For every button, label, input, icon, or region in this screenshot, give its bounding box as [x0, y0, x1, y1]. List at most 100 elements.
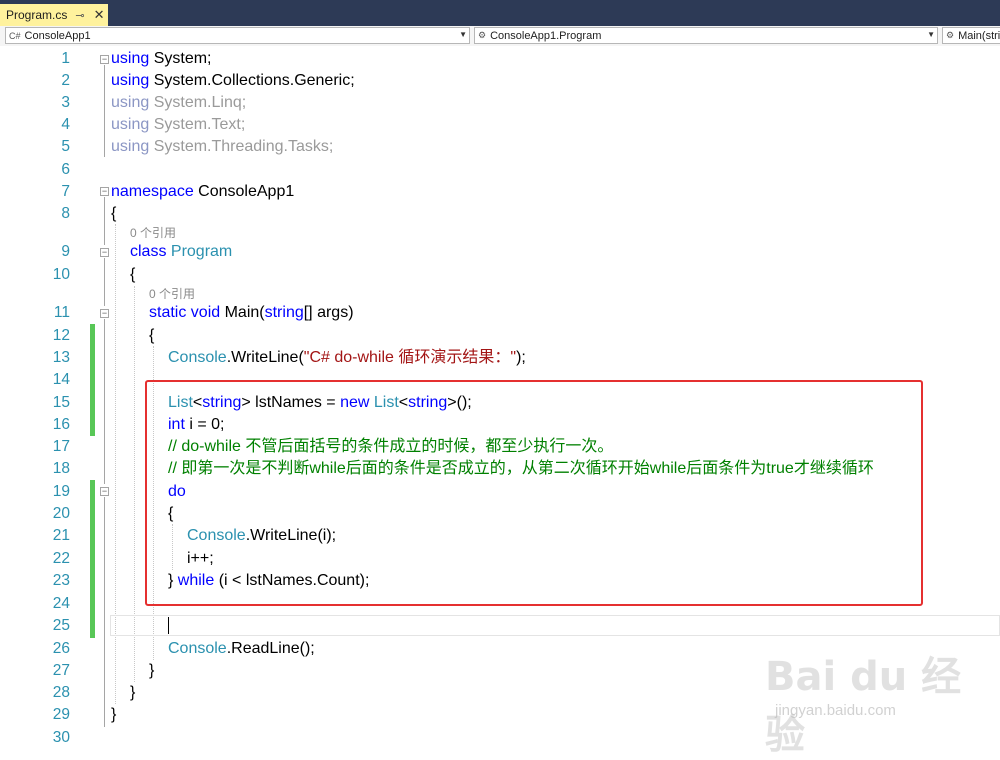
line-number: 3 [61, 94, 70, 111]
code-text: System.Threading.Tasks; [149, 138, 334, 155]
keyword: string [264, 304, 304, 321]
code-line-7: namespace ConsoleApp1 [111, 181, 294, 203]
line-number: 28 [52, 684, 70, 701]
codelens-references[interactable]: 0 个引用 [130, 225, 176, 241]
line-number: 6 [61, 161, 70, 178]
class-dropdown[interactable]: ⚙ ConsoleApp1.Program ▼ [474, 27, 938, 44]
code-line-3: using System.Linq; [111, 92, 246, 114]
keyword: class [130, 243, 167, 260]
line-number: 1 [61, 50, 70, 67]
code-line-10: { [130, 266, 136, 283]
collapse-icon[interactable]: − [100, 187, 109, 196]
code-text: [] args) [303, 304, 354, 321]
code-text: System.Text; [149, 116, 246, 133]
keyword: using [111, 94, 150, 111]
text-caret [168, 617, 169, 634]
tab-program-cs[interactable]: Program.cs ⊸ ✕ [0, 4, 108, 26]
line-number: 30 [52, 729, 70, 746]
keyword: static [149, 304, 187, 321]
code-text: System.Linq; [149, 94, 247, 111]
method-icon: ⚙ [946, 30, 955, 40]
outline-line [104, 258, 105, 306]
member-dropdown[interactable]: ⚙ Main(stri [942, 27, 1000, 44]
line-number: 18 [52, 460, 70, 477]
line-number: 4 [61, 116, 70, 133]
line-number: 29 [52, 706, 70, 723]
type-name: Console [168, 349, 227, 366]
line-number: 11 [53, 304, 70, 321]
code-line-11: static void Main(string[] args) [149, 302, 354, 324]
chevron-down-icon: ▼ [459, 30, 467, 39]
line-number: 9 [61, 243, 70, 260]
code-text: System.Collections.Generic; [149, 72, 355, 89]
line-number: 25 [52, 617, 70, 634]
outline-line [104, 497, 105, 727]
code-line-12: { [149, 327, 155, 344]
code-line-2: using System.Collections.Generic; [111, 70, 355, 92]
collapse-icon[interactable]: − [100, 55, 109, 64]
current-line-highlight [110, 615, 1000, 636]
code-line-13: Console.WriteLine("C# do-while 循环演示结果：")… [168, 347, 526, 369]
code-text: ConsoleApp1 [193, 183, 295, 200]
keyword: using [111, 138, 150, 155]
string-literal: "C# do-while 循环演示结果：" [303, 349, 517, 366]
project-dropdown[interactable]: C# ConsoleApp1 ▼ [5, 27, 470, 44]
line-number: 17 [52, 438, 70, 455]
code-line-4: using System.Text; [111, 114, 245, 136]
keyword: namespace [111, 183, 194, 200]
keyword: void [190, 304, 221, 321]
line-number: 2 [61, 72, 70, 89]
keyword: using [111, 116, 150, 133]
collapse-icon[interactable]: − [100, 248, 109, 257]
watermark-url: jingyan.baidu.com [775, 702, 896, 719]
document-tab-bar: Program.cs ⊸ ✕ [0, 0, 1000, 26]
line-number: 22 [52, 550, 70, 567]
outline-line [104, 65, 105, 157]
code-line-28: } [130, 684, 136, 701]
code-line-9: class Program [130, 241, 232, 263]
collapse-icon[interactable]: − [100, 309, 109, 318]
line-number: 19 [52, 483, 70, 500]
line-number: 13 [52, 349, 70, 366]
line-number: 26 [52, 640, 70, 657]
line-number: 21 [52, 527, 70, 544]
code-line-1: using System; [111, 48, 211, 70]
code-line-5: using System.Threading.Tasks; [111, 136, 333, 158]
class-dropdown-label: ConsoleApp1.Program [490, 29, 602, 42]
navigation-bar: C# ConsoleApp1 ▼ ⚙ ConsoleApp1.Program ▼… [0, 26, 1000, 47]
code-text: .ReadLine(); [226, 640, 315, 657]
code-line-27: } [149, 662, 155, 679]
change-indicator [90, 480, 95, 638]
line-number: 10 [52, 266, 70, 283]
code-text: ); [516, 349, 526, 366]
pin-icon[interactable]: ⊸ [75, 9, 84, 22]
line-number: 20 [52, 505, 70, 522]
baidu-watermark: Bai du 经验 jingyan.baidu.com [765, 644, 995, 758]
line-number: 15 [52, 394, 70, 411]
code-text: System; [149, 50, 212, 67]
line-number: 7 [61, 183, 70, 200]
code-line-26: Console.ReadLine(); [168, 638, 315, 660]
class-icon: ⚙ [478, 30, 487, 40]
line-number: 12 [52, 327, 70, 344]
outline-line [104, 197, 105, 245]
member-dropdown-label: Main(stri [958, 29, 1000, 42]
type-name: Program [170, 243, 233, 260]
project-dropdown-label: ConsoleApp1 [24, 29, 91, 42]
close-icon[interactable]: ✕ [94, 7, 105, 23]
keyword: using [111, 72, 150, 89]
chevron-down-icon: ▼ [927, 30, 935, 39]
code-editor[interactable]: 1 2 3 4 5 6 7 8 9 10 11 12 13 14 15 16 1… [0, 46, 1000, 758]
code-line-8: { [111, 205, 117, 222]
line-number: 8 [61, 205, 70, 222]
change-indicator [90, 324, 95, 436]
line-number: 27 [52, 662, 70, 679]
line-number: 24 [52, 595, 70, 612]
line-number: 14 [52, 371, 70, 388]
codelens-references[interactable]: 0 个引用 [149, 286, 195, 302]
tab-title: Program.cs [6, 8, 68, 22]
code-text: Main( [220, 304, 265, 321]
code-text: .WriteLine( [226, 349, 304, 366]
highlight-box [145, 380, 923, 606]
collapse-icon[interactable]: − [100, 487, 109, 496]
